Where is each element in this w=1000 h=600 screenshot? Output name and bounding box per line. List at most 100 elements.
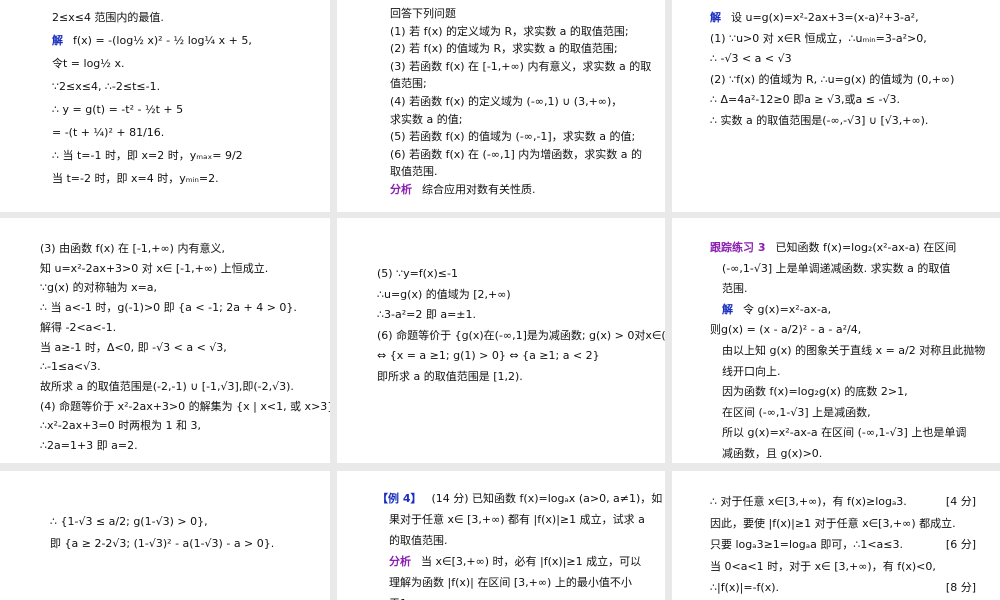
text-line: ∴ {1-√3 ≤ a/2; g(1-√3) > 0}, (50, 511, 330, 533)
section-label: 分析 (390, 182, 412, 196)
slide-thumbnail-6[interactable]: 跟踪练习 3 已知函数 f(x)=log₂(x²-ax-a) 在区间 (-∞,1-√… (672, 218, 1000, 463)
line-text: 已知函数 f(x)=log₂(x²-ax-a) 在区间 (775, 241, 957, 254)
text-line: 则g(x) = (x - a/2)² - a - a²/4, (710, 320, 1000, 341)
text-line: (2) ∵f(x) 的值域为 R, ∴u=g(x) 的值域为 (0,+∞) (710, 70, 1000, 91)
section-label: 解 (710, 11, 721, 24)
line-text: 令t = log½ x. (52, 57, 125, 70)
text-line: ∴-1≤a<√3. (40, 357, 330, 377)
line-text: (1) ∵u>0 对 x∈R 恒成立，∴uₘᵢₙ=3-a²>0, (710, 31, 927, 45)
slide-thumbnail-1[interactable]: 2≤x≤4 范围内的最值. 解 f(x) = -(log½ x)² - ½ log¼… (0, 0, 330, 212)
line-text: (2) 若 f(x) 的值域为 R，求实数 a 的取值范围; (390, 42, 618, 56)
slide-thumbnail-7[interactable]: ∴ {1-√3 ≤ a/2; g(1-√3) > 0}, 即 {a ≥ 2-2√3… (0, 471, 330, 600)
score-mark: [6 分] (945, 538, 976, 551)
line-text: (5) 若函数 f(x) 的值域为 (-∞,-1]，求实数 a 的值; (390, 130, 636, 144)
line-text: (4) 若函数 f(x) 的定义域为 (-∞,1) ∪ (3,+∞)， (390, 94, 623, 108)
line-text: 在区间 (-∞,1-√3] 上是减函数, (722, 405, 871, 419)
line-text: ∴ 当 t=-1 时，即 x=2 时，yₘₐₓ= 9/2 (52, 149, 243, 162)
text-line: ∴3-a²=2 即 a=±1. (377, 305, 665, 326)
line-text: 知 u=x²-2ax+3>0 对 x∈ [-1,+∞) 上恒成立. (40, 261, 269, 275)
line-text: = -(t + ¼)² + 81/16. (52, 126, 165, 139)
text-line: 知 u=x²-2ax+3>0 对 x∈ [-1,+∞) 上恒成立. (40, 259, 330, 279)
line-text: f(x) = -(log½ x)² - ½ log¼ x + 5, (73, 34, 252, 47)
text-line: 果对于任意 x∈ [3,+∞) 都有 |f(x)|≥1 成立，试求 a (377, 509, 665, 530)
line-text: ∴ y = g(t) = -t² - ½t + 5 (52, 103, 184, 116)
line-text: 求实数 a 的值; (390, 112, 463, 126)
line-text: 当 t=-2 时，即 x=4 时，yₘᵢₙ=2. (52, 172, 219, 185)
text-line: 减函数，且 g(x)>0. (710, 444, 1000, 463)
text-line: 由以上知 g(x) 的图象关于直线 x = a/2 对称且此抛物 (710, 341, 1000, 362)
text-line: 所以 g(x)=x²-ax-a 在区间 (-∞,1-√3] 上也是单调 (710, 423, 1000, 444)
line-text: ∴ 对于任意 x∈[3,+∞)，有 f(x)≥logₐ3. (710, 495, 907, 508)
line-text: ∴ 实数 a 的取值范围是(-∞,-√3] ∪ [√3,+∞). (710, 113, 929, 127)
line-text: 2≤x≤4 范围内的最值. (52, 11, 164, 24)
text-line: ∴x²-2ax+3=0 时两根为 1 和 3, (40, 416, 330, 436)
line-text: (1) 若 f(x) 的定义域为 R，求实数 a 的取值范围; (390, 24, 629, 38)
text-line: 只要 logₐ3≥1=logₐa 即可，∴1<a≤3. [6 分] (710, 534, 1000, 556)
line-text: 果对于任意 x∈ [3,+∞) 都有 |f(x)|≥1 成立，试求 a (389, 513, 645, 526)
line-text: ∵g(x) 的对称轴为 x=a, (40, 281, 158, 295)
text-line: ∴ y = g(t) = -t² - ½t + 5 (52, 98, 330, 121)
text-line: 值范围; (390, 75, 665, 93)
slide-thumbnail-8[interactable]: 【例 4】 (14 分) 已知函数 f(x)=logₐx (a>0, a≠1)，如… (337, 471, 665, 600)
text-line: (6) 命题等价于 {g(x)在(-∞,1]是为减函数; g(x) > 0对x∈… (377, 326, 665, 347)
text-line: ∴ 对于任意 x∈[3,+∞)，有 f(x)≥logₐ3. [4 分] (710, 491, 1000, 513)
slide-thumbnail-2[interactable]: 回答下列问题 (1) 若 f(x) 的定义域为 R，求实数 a 的取值范围; (2)… (337, 0, 665, 212)
line-text: (6) 命题等价于 {g(x)在(-∞,1]是为减函数; g(x) > 0对x∈… (377, 328, 665, 342)
line-text: ∴ Δ=4a²-12≥0 即a ≥ √3,或a ≤ -√3. (710, 93, 900, 106)
text-line: 回答下列问题 (390, 5, 665, 23)
line-text: ∴3-a²=2 即 a=±1. (377, 308, 476, 321)
slide-thumbnail-4[interactable]: (3) 由函数 f(x) 在 [-1,+∞) 内有意义, 知 u=x²-2ax+3… (0, 218, 330, 463)
text-line: (-∞,1-√3] 上是单调递减函数. 求实数 a 的取值 (710, 259, 1000, 280)
section-label: 分析 (389, 555, 411, 568)
text-line: (3) 由函数 f(x) 在 [-1,+∞) 内有意义, (40, 239, 330, 259)
text-line: 解设 u=g(x)=x²-2ax+3=(x-a)²+3-a², (710, 8, 1000, 29)
text-line: ∴ Δ=4a²-12≥0 即a ≥ √3,或a ≤ -√3. (710, 90, 1000, 111)
text-line: ∴2a=1+3 即 a=2. (40, 436, 330, 456)
text-line: 的取值范围. (377, 530, 665, 551)
text-line: (4) 若函数 f(x) 的定义域为 (-∞,1) ∪ (3,+∞)， (390, 93, 665, 111)
line-text: 因为函数 f(x)=log₂g(x) 的底数 2>1, (722, 385, 908, 399)
text-line: ∴ 实数 a 的取值范围是(-∞,-√3] ∪ [√3,+∞). (710, 111, 1000, 132)
slide-thumbnail-9[interactable]: ∴ 对于任意 x∈[3,+∞)，有 f(x)≥logₐ3. [4 分] 因此，要使 … (672, 471, 1000, 600)
line-text: ∴ 当 a<-1 时，g(-1)>0 即 {a < -1; 2a + 4 > 0… (40, 301, 297, 315)
line-text: 只要 logₐ3≥1=logₐa 即可，∴1<a≤3. (710, 538, 903, 551)
line-text: 因此，要使 |f(x)|≥1 对于任意 x∈[3,+∞) 都成立. (710, 516, 956, 530)
text-line: 分析当 x∈[3,+∞) 时，必有 |f(x)|≥1 成立，可以 (377, 551, 665, 572)
slide-thumbnail-3[interactable]: 解设 u=g(x)=x²-2ax+3=(x-a)²+3-a², (1) ∵u>0 … (672, 0, 1000, 212)
text-line: 当 a≥-1 时，Δ<0, 即 -√3 < a < √3, (40, 338, 330, 358)
text-line: ∵g(x) 的对称轴为 x=a, (40, 278, 330, 298)
line-text: 理解为函数 |f(x)| 在区间 [3,+∞) 上的最小值不小 (389, 576, 632, 589)
line-text: 由以上知 g(x) 的图象关于直线 x = a/2 对称且此抛物 (722, 343, 986, 357)
text-line: 分析 综合应用对数有关性质. (390, 181, 665, 199)
text-line: ⇔ {x = a ≥1; g(1) > 0} ⇔ {a ≥1; a < 2} (377, 346, 665, 367)
line-text: 取值范围. (390, 165, 438, 179)
line-text: 令 g(x)=x²-ax-a, (743, 302, 832, 316)
text-line: 因此，要使 |f(x)|≥1 对于任意 x∈[3,+∞) 都成立. (710, 513, 1000, 535)
text-line: ∴ 当 a<-1 时，g(-1)>0 即 {a < -1; 2a + 4 > 0… (40, 298, 330, 318)
line-text: ∴x²-2ax+3=0 时两根为 1 和 3, (40, 419, 202, 433)
line-text: 当 a≥-1 时，Δ<0, 即 -√3 < a < √3, (40, 340, 227, 354)
text-line: 【例 4】 (14 分) 已知函数 f(x)=logₐx (a>0, a≠1)，如 (377, 488, 665, 509)
line-text: ∴2a=1+3 即 a=2. (40, 439, 138, 453)
text-line: (1) ∵u>0 对 x∈R 恒成立，∴uₘᵢₙ=3-a²>0, (710, 29, 1000, 50)
section-label: 跟踪练习 3 (710, 241, 766, 254)
score-mark: [4 分] (945, 495, 976, 508)
text-line: 令t = log½ x. (52, 52, 330, 75)
line-text: (-∞,1-√3] 上是单调递减函数. 求实数 a 的取值 (722, 261, 951, 275)
text-line: 2≤x≤4 范围内的最值. (52, 6, 330, 29)
line-text: 的取值范围. (389, 534, 448, 547)
line-text: 回答下列问题 (390, 7, 456, 20)
text-line: (5) 若函数 f(x) 的值域为 (-∞,-1]，求实数 a 的值; (390, 128, 665, 146)
slide-thumbnail-5[interactable]: (5) ∵y=f(x)≤-1 ∴u=g(x) 的值域为 [2,+∞) ∴3-a²=2… (337, 218, 665, 463)
section-label: 解 (722, 302, 733, 316)
line-text: 当 x∈[3,+∞) 时，必有 |f(x)|≥1 成立，可以 (421, 555, 642, 568)
text-line: 因为函数 f(x)=log₂g(x) 的底数 2>1, (710, 382, 1000, 403)
score-mark: [8 分] (945, 581, 976, 594)
text-line: 取值范围. (390, 163, 665, 181)
text-line: (2) 若 f(x) 的值域为 R，求实数 a 的取值范围; (390, 40, 665, 58)
text-line: (4) 命题等价于 x²-2ax+3>0 的解集为 {x | x<1, 或 x>… (40, 397, 330, 417)
text-line: 当 0<a<1 时，对于 x∈ [3,+∞)，有 f(x)<0, (710, 556, 1000, 578)
text-line: 解令 g(x)=x²-ax-a, (710, 300, 1000, 321)
text-line: 求实数 a 的值; (390, 111, 665, 129)
line-text: 解得 -2<a<-1. (40, 320, 117, 334)
